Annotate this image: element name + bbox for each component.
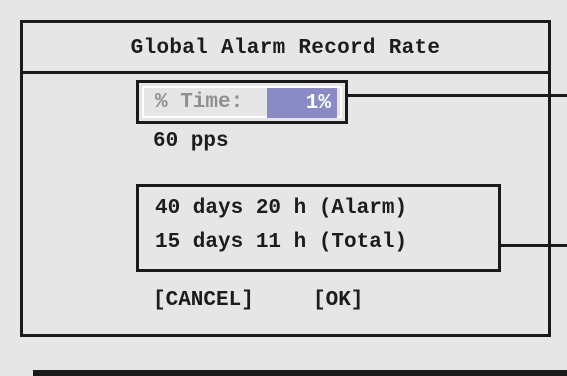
percent-time-field[interactable]: % Time: 1%	[136, 80, 348, 124]
percent-time-callout-line	[345, 94, 567, 97]
total-storage-duration: 15 days 11 h (Total)	[155, 231, 408, 254]
percent-time-label: % Time:	[155, 91, 244, 114]
ok-button[interactable]: [OK]	[313, 286, 363, 316]
storage-duration-box: 40 days 20 h (Alarm) 15 days 11 h (Total…	[136, 184, 501, 272]
title-divider	[23, 71, 548, 74]
alarm-storage-duration: 40 days 20 h (Alarm)	[155, 197, 408, 220]
cancel-button[interactable]: [CANCEL]	[153, 286, 254, 316]
global-alarm-record-rate-dialog: Global Alarm Record Rate % Time: 1% 60 p…	[20, 20, 551, 337]
record-rate-text: 60 pps	[153, 130, 229, 153]
bottom-bar	[33, 370, 567, 376]
storage-callout-line	[498, 244, 567, 247]
dialog-title: Global Alarm Record Rate	[130, 37, 441, 60]
percent-time-value[interactable]: 1%	[267, 88, 337, 118]
